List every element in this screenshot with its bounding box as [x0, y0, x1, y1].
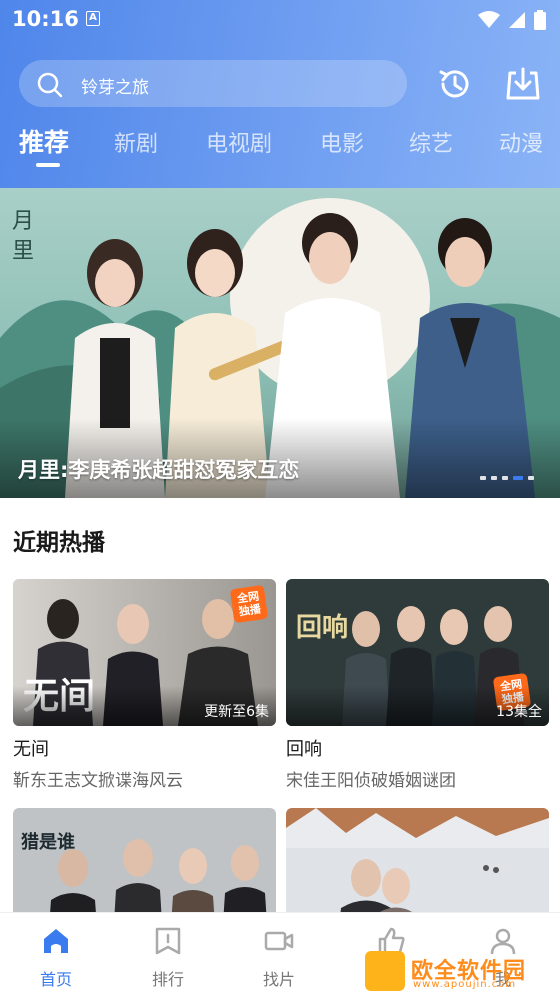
- nav-find-videos-label: 找片: [262, 970, 295, 989]
- nav-ranking-label: 排行: [151, 970, 184, 989]
- app-screen: 10:16 A 铃芽之旅 推荐 新剧 电视剧 电影 综艺 动漫 月 里 月里:李…: [0, 0, 560, 997]
- active-tab-indicator: [36, 163, 60, 167]
- status-bar: 10:16 A: [0, 0, 560, 40]
- drama-thumbnail[interactable]: 无间 全网独播 更新至6集: [13, 579, 276, 726]
- tab-tv-series[interactable]: 电视剧: [206, 126, 272, 158]
- svg-text:月: 月: [12, 209, 34, 234]
- banner-carousel[interactable]: 月 里 月里:李庚希张超甜怼冤家互恋: [0, 188, 560, 498]
- site-watermark: 欧全软件园 www.apoujin.com: [365, 951, 555, 993]
- carousel-indicator: [480, 476, 534, 480]
- video-camera-icon: [264, 931, 294, 951]
- carousel-dot: [528, 476, 534, 480]
- drama-card[interactable]: 回响 全网独播 13集全 回响 宋佳王阳侦破婚姻谜团: [286, 579, 549, 791]
- watermark-logo: [365, 951, 405, 991]
- header: 10:16 A 铃芽之旅 推荐 新剧 电视剧 电影 综艺 动漫: [0, 0, 560, 188]
- carousel-dot: [502, 476, 508, 480]
- wifi-icon: [478, 11, 500, 28]
- svg-text:里: 里: [12, 239, 34, 264]
- drama-description: 靳东王志文掀谍海风云: [13, 771, 183, 791]
- episode-status: 13集全: [496, 704, 542, 720]
- tab-anime[interactable]: 动漫: [499, 126, 543, 158]
- carousel-dot: [491, 476, 497, 480]
- signal-icon: [509, 12, 525, 28]
- drama-card[interactable]: 无间 全网独播 更新至6集 无间 靳东王志文掀谍海风云: [13, 579, 276, 791]
- drama-thumbnail[interactable]: 回响 全网独播 13集全: [286, 579, 549, 726]
- banner-caption[interactable]: 月里:李庚希张超甜怼冤家互恋: [18, 454, 299, 484]
- drama-description: 宋佳王阳侦破婚姻谜团: [286, 771, 456, 791]
- nav-find-videos[interactable]: 找片: [239, 913, 319, 997]
- carousel-dot: [480, 476, 486, 480]
- search-placeholder: 铃芽之旅: [81, 78, 149, 98]
- nav-home-label: 首页: [39, 970, 72, 989]
- battery-icon: [534, 10, 546, 30]
- notification-icon: A: [86, 11, 100, 26]
- tab-movies[interactable]: 电影: [320, 126, 364, 158]
- tab-new-dramas[interactable]: 新剧: [114, 126, 158, 158]
- thumbnail-title-art: 回响: [296, 613, 349, 643]
- download-button[interactable]: [503, 64, 543, 104]
- tab-recommended[interactable]: 推荐: [19, 123, 69, 159]
- history-icon: [439, 70, 469, 98]
- drama-title[interactable]: 回响: [286, 735, 549, 761]
- section-title: 近期热播: [13, 530, 105, 556]
- episode-status: 更新至6集: [204, 704, 269, 720]
- status-time: 10:16: [12, 7, 79, 31]
- watermark-url: www.apoujin.com: [413, 979, 517, 990]
- history-button[interactable]: [435, 64, 475, 104]
- search-input[interactable]: 铃芽之旅: [19, 60, 407, 107]
- tab-variety[interactable]: 综艺: [409, 126, 453, 158]
- exclusive-badge: 全网独播: [229, 584, 269, 624]
- nav-home[interactable]: 首页: [16, 913, 96, 997]
- thumbnail-title-art: 猎是谁: [21, 832, 75, 853]
- ranking-icon: [155, 927, 181, 955]
- search-icon: [37, 72, 63, 98]
- carousel-dot-active: [513, 476, 523, 480]
- download-icon: [506, 67, 540, 100]
- home-icon: [44, 929, 68, 953]
- nav-ranking[interactable]: 排行: [128, 913, 208, 997]
- drama-title[interactable]: 无间: [13, 735, 276, 761]
- category-tabs: 推荐 新剧 电视剧 电影 综艺 动漫: [0, 126, 560, 170]
- status-icons: [478, 10, 546, 30]
